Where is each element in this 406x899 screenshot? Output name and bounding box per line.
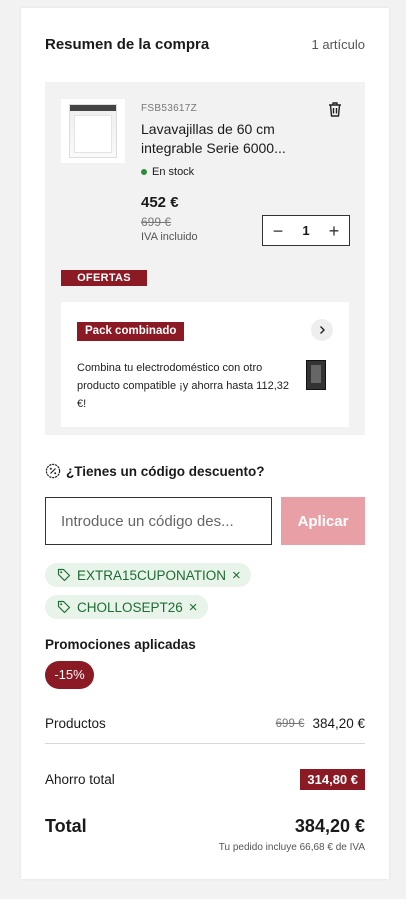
plus-icon[interactable]: + xyxy=(327,222,341,240)
discount-heading-label: ¿Tienes un código descuento? xyxy=(66,463,265,479)
apply-coupon-button[interactable]: Aplicar xyxy=(281,497,365,545)
pack-tag: Pack combinado xyxy=(77,322,185,341)
pack-product-image xyxy=(306,360,326,390)
total-row: Total 384,20 € xyxy=(45,816,365,837)
coupon-code-input[interactable] xyxy=(45,497,272,545)
saving-label: Ahorro total xyxy=(45,772,115,787)
tag-icon xyxy=(57,600,71,614)
item-count: 1 artículo xyxy=(311,37,365,52)
chevron-right-icon[interactable] xyxy=(311,319,333,341)
stock-dot-icon xyxy=(141,169,147,175)
total-label: Total xyxy=(45,816,87,836)
coupon-chip: CHOLLOSEPT26 × xyxy=(45,595,208,619)
minus-icon[interactable]: − xyxy=(271,222,285,240)
product-old-price: 699 € xyxy=(141,215,172,229)
coupon-code: CHOLLOSEPT26 xyxy=(77,599,183,615)
stock-status: En stock xyxy=(141,166,194,178)
stock-label: En stock xyxy=(152,166,195,178)
divider xyxy=(45,743,365,744)
saving-row: Ahorro total 314,80 € xyxy=(45,769,365,790)
total-value: 384,20 € xyxy=(294,816,365,836)
trash-icon[interactable] xyxy=(325,99,345,119)
summary-title: Resumen de la compra xyxy=(45,36,210,53)
product-name[interactable]: Lavavajillas de 60 cm integrable Serie 6… xyxy=(141,120,311,158)
product-sku: FSB53617Z xyxy=(141,103,198,114)
pack-description: Combina tu electrodoméstico con otro pro… xyxy=(77,362,289,410)
promotion-badge: -15% xyxy=(45,661,94,689)
tag-icon xyxy=(57,568,71,582)
percent-badge-icon xyxy=(45,463,61,479)
iva-label: IVA incluido xyxy=(141,231,198,243)
cart-item: FSB53617Z Lavavajillas de 60 cm integrab… xyxy=(45,82,365,435)
pack-combinado-panel[interactable]: Pack combinado Combina tu electrodomésti… xyxy=(61,302,349,427)
remove-coupon-icon[interactable]: × xyxy=(189,600,198,615)
products-label: Productos xyxy=(45,716,106,731)
order-summary-card: Resumen de la compra 1 artículo FSB53617… xyxy=(21,8,389,879)
remove-coupon-icon[interactable]: × xyxy=(232,568,241,583)
saving-value: 314,80 € xyxy=(300,769,365,790)
quantity-value: 1 xyxy=(302,223,310,238)
products-old-price: 699 € xyxy=(275,717,305,730)
coupon-code: EXTRA15CUPONATION xyxy=(77,567,227,583)
product-thumbnail[interactable] xyxy=(61,99,125,163)
offer-badge: OFERTAS xyxy=(61,270,147,286)
promotions-heading: Promociones aplicadas xyxy=(45,637,196,652)
iva-note: Tu pedido incluye 66,68 € de IVA xyxy=(218,842,365,853)
summary-header: Resumen de la compra 1 artículo xyxy=(45,36,365,53)
products-row: Productos 699 € 384,20 € xyxy=(45,716,365,731)
coupon-chip: EXTRA15CUPONATION × xyxy=(45,563,251,587)
discount-heading: ¿Tienes un código descuento? xyxy=(45,463,265,479)
products-price: 384,20 € xyxy=(312,716,365,731)
quantity-stepper: − 1 + xyxy=(262,215,350,246)
product-price: 452 € xyxy=(141,194,179,211)
